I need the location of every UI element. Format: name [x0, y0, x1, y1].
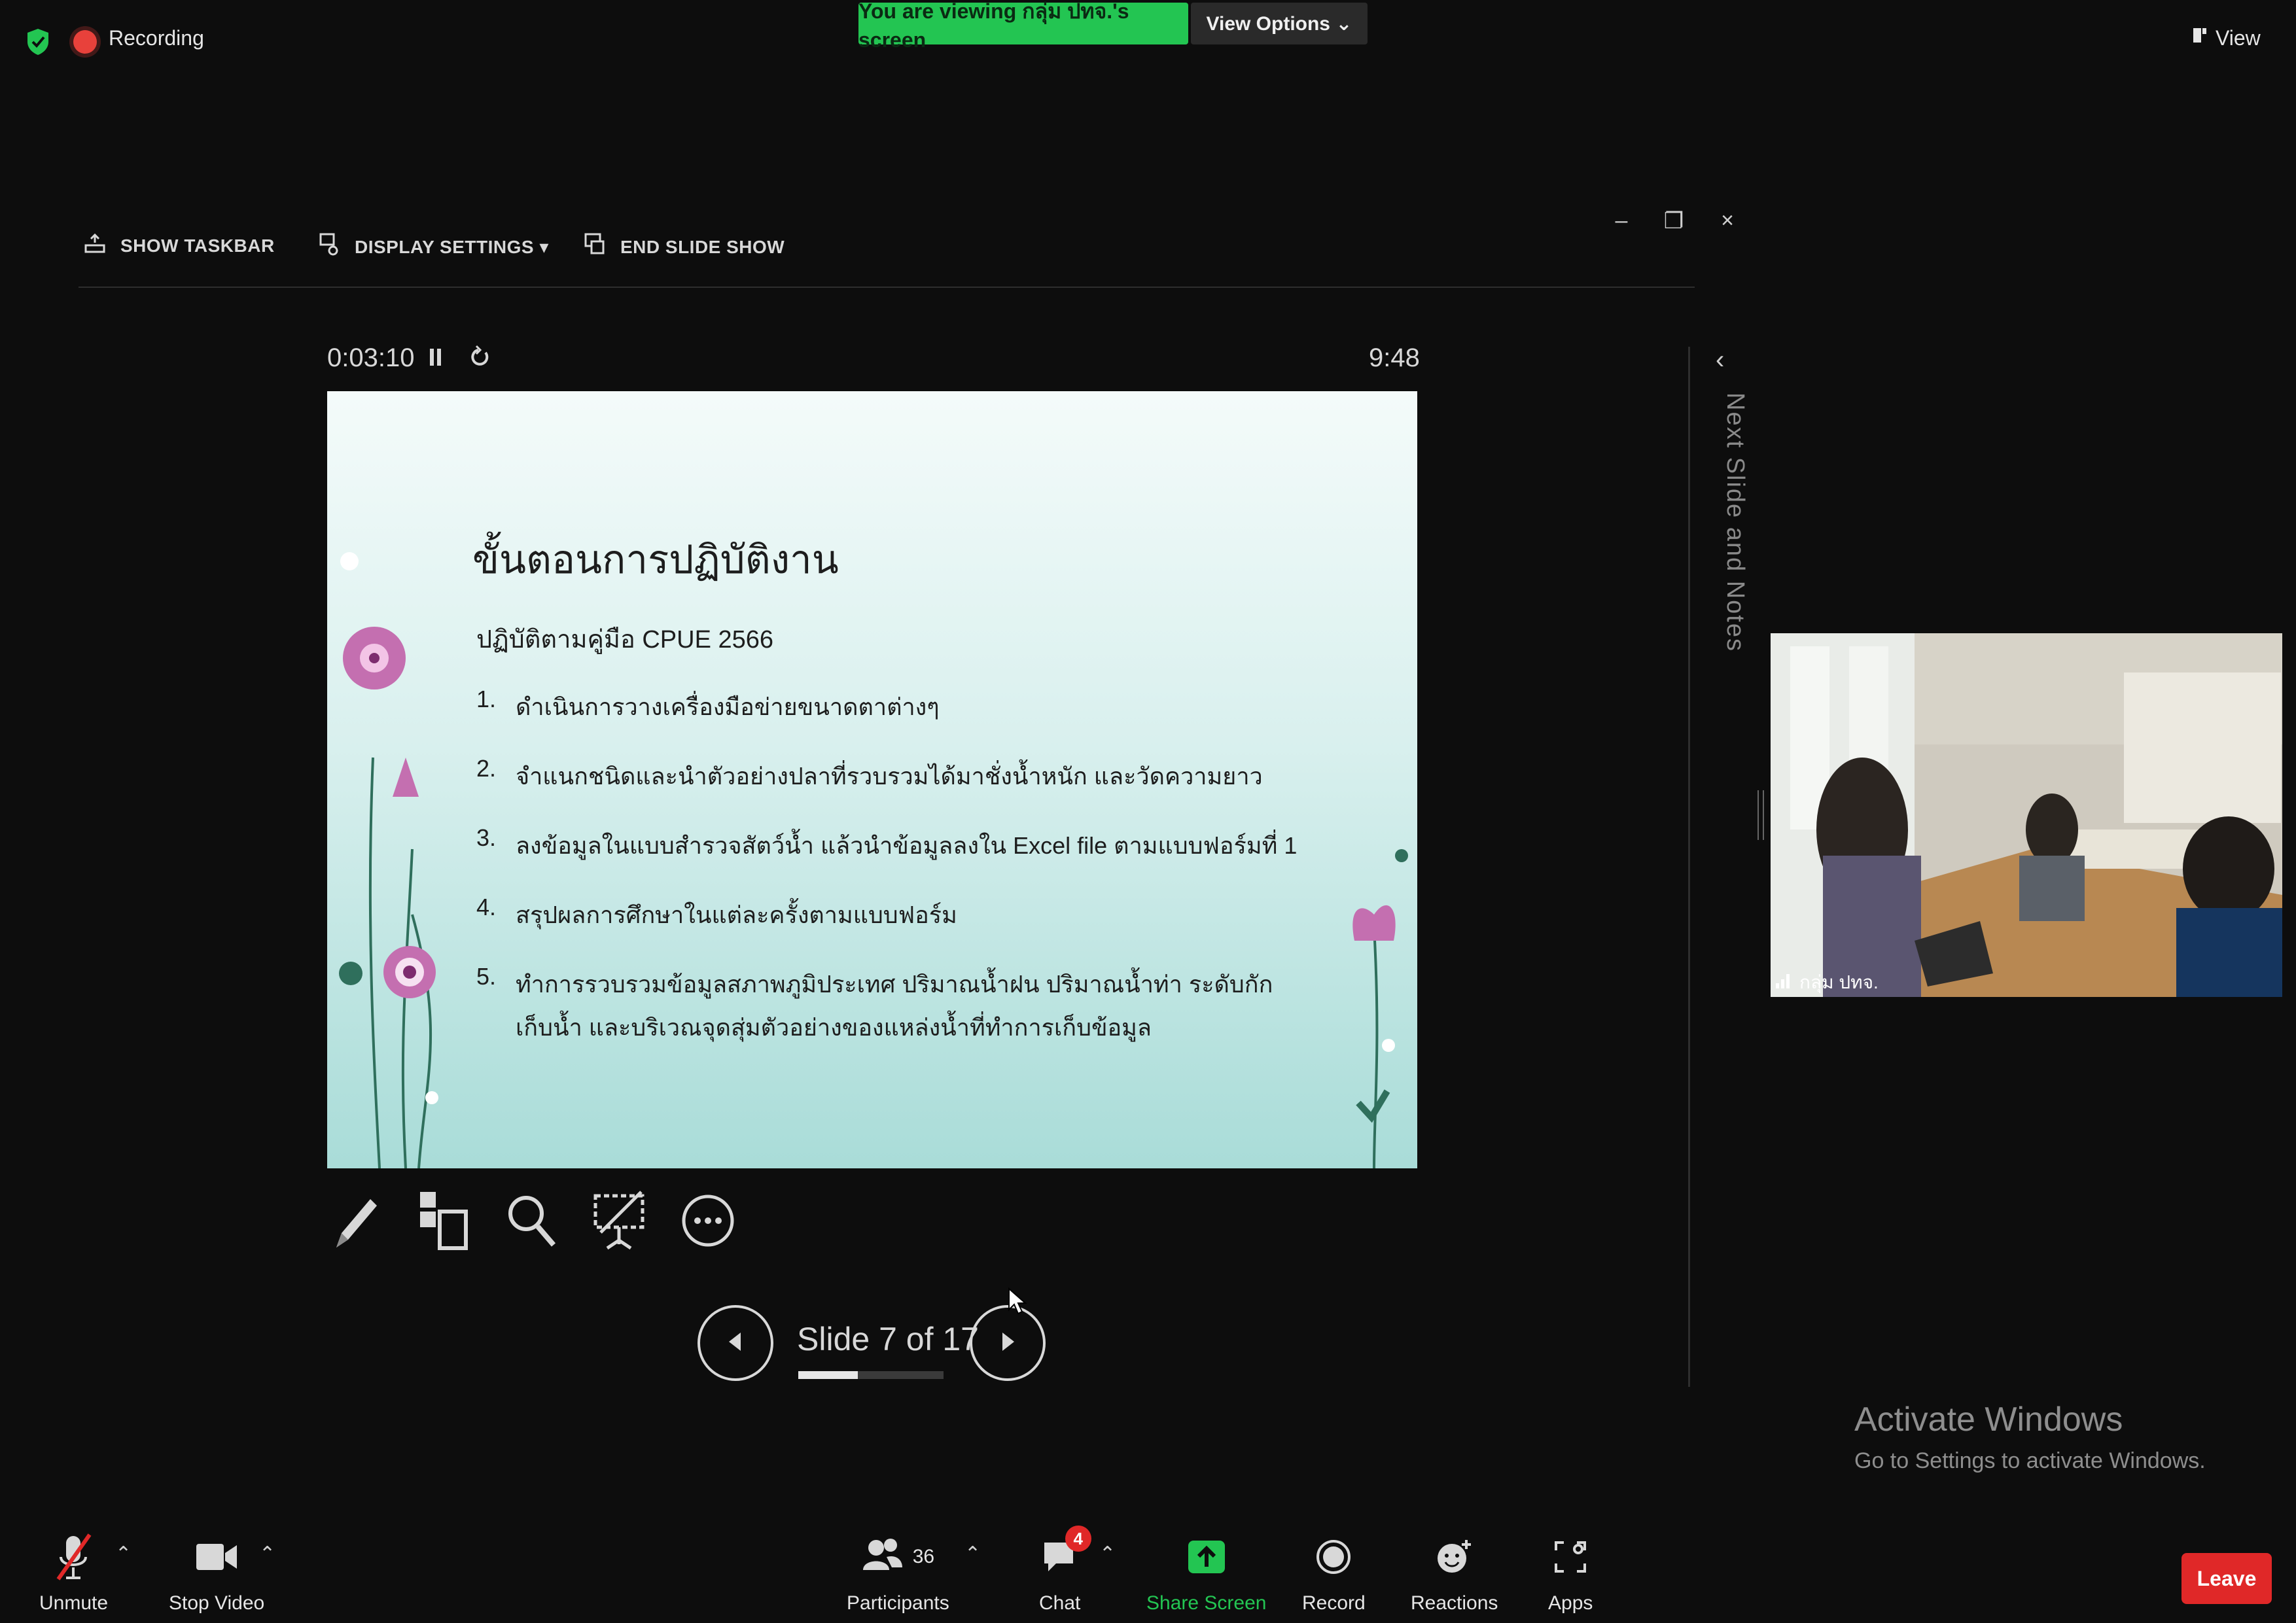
participant-name-tag: กลุ่ม ปทจ. — [1775, 968, 1879, 997]
apps-label: Apps — [1548, 1592, 1593, 1614]
slide-list-item: 5. ทำการรวบรวมข้อมูลสภาพภูมิประเทศ ปริมา… — [476, 963, 1301, 1049]
show-taskbar-button[interactable]: SHOW TASKBAR — [84, 232, 275, 259]
list-number: 1. — [476, 686, 497, 712]
reactions-icon — [1435, 1531, 1474, 1583]
encryption-shield-icon[interactable] — [25, 27, 51, 56]
slide-title: ขั้นตอนการปฏิบัติงาน — [472, 537, 839, 583]
reset-timer-icon[interactable] — [468, 343, 491, 376]
leave-button[interactable]: Leave — [2181, 1553, 2272, 1604]
display-settings-button[interactable]: DISPLAY SETTINGS ▾ — [318, 232, 549, 262]
view-options-button[interactable]: View Options ⌄ — [1191, 3, 1368, 44]
more-options-icon[interactable] — [677, 1189, 739, 1252]
stop-video-button[interactable]: Stop Video — [169, 1531, 264, 1614]
toolbar-divider — [79, 287, 1695, 288]
taskbar-icon — [84, 232, 106, 259]
reactions-label: Reactions — [1411, 1592, 1498, 1614]
zoom-slide-icon[interactable] — [500, 1189, 563, 1252]
apps-button[interactable]: Apps — [1548, 1531, 1593, 1614]
unmute-button[interactable]: Unmute — [39, 1531, 108, 1614]
list-number: 3. — [476, 824, 497, 851]
participants-count: 36 — [912, 1546, 935, 1567]
list-text: จำแนกชนิดและนำตัวอย่างปลาที่รวบรวมได้มาช… — [516, 763, 1263, 790]
meeting-top-bar: Recording You are viewing กลุ่ม ปทจ.'s s… — [0, 0, 2296, 72]
end-slide-show-button[interactable]: END SLIDE SHOW — [584, 232, 785, 262]
current-time: 9:48 — [1369, 343, 1420, 372]
chat-caret-icon[interactable]: ⌃ — [1099, 1543, 1116, 1565]
record-label: Record — [1302, 1592, 1366, 1614]
slide-list-item: 4. สรุปผลการศึกษาในแต่ละครั้งตามแบบฟอร์ม — [476, 894, 1301, 937]
display-settings-icon — [318, 232, 340, 262]
panel-resize-handle[interactable] — [1757, 790, 1764, 840]
triangle-left-icon — [722, 1329, 749, 1358]
pause-icon[interactable] — [428, 343, 444, 376]
participants-caret-icon[interactable]: ⌃ — [964, 1543, 981, 1565]
chat-unread-badge: 4 — [1065, 1526, 1091, 1552]
view-button-label: View — [2216, 26, 2261, 50]
chat-icon: 4 — [1040, 1526, 1091, 1583]
previous-slide-button[interactable] — [698, 1305, 773, 1381]
participants-button[interactable]: 36 Participants — [847, 1531, 949, 1614]
next-slide-notes-label[interactable]: Next Slide and Notes — [1721, 393, 1749, 652]
video-options-caret-icon[interactable]: ⌃ — [259, 1543, 275, 1565]
share-screen-button[interactable]: Share Screen — [1146, 1531, 1266, 1614]
chat-label: Chat — [1039, 1592, 1081, 1614]
participant-video-frame — [1771, 633, 2282, 997]
current-slide: ขั้นตอนการปฏิบัติงาน ปฏิบัติตามคู่มือ CP… — [327, 391, 1417, 1168]
participant-video[interactable] — [1771, 633, 2282, 997]
triangle-right-icon — [995, 1329, 1021, 1358]
signal-strength-icon — [1775, 971, 1793, 994]
list-number: 4. — [476, 894, 497, 920]
mouse-cursor-icon — [1008, 1287, 1027, 1319]
muted-mic-icon — [53, 1531, 95, 1583]
slide-counter: Slide 7 of 17 — [797, 1321, 979, 1357]
black-screen-icon[interactable] — [588, 1189, 650, 1252]
display-settings-label: DISPLAY SETTINGS ▾ — [355, 237, 549, 257]
chat-button[interactable]: 4 Chat — [1039, 1526, 1091, 1614]
see-all-slides-icon[interactable] — [412, 1189, 475, 1252]
participants-label: Participants — [847, 1592, 949, 1614]
slide-list-item: 3. ลงข้อมูลในแบบสำรวจสัตว์น้ำ แล้วนำข้อม… — [476, 824, 1301, 867]
record-icon — [1315, 1531, 1352, 1583]
slide-progress-bar — [798, 1371, 944, 1379]
viewing-screen-banner: You are viewing กลุ่ม ปทจ.'s screen — [858, 0, 1188, 52]
minimize-button[interactable]: – — [1608, 208, 1634, 234]
slide-subtitle: ปฏิบัติตามคู่มือ CPUE 2566 — [476, 626, 774, 654]
view-layout-icon — [2192, 26, 2209, 50]
record-button[interactable]: Record — [1302, 1531, 1366, 1614]
reactions-button[interactable]: Reactions — [1411, 1531, 1498, 1614]
list-text: ทำการรวบรวมข้อมูลสภาพภูมิประเทศ ปริมาณน้… — [516, 971, 1273, 1041]
collapse-chevron-icon[interactable]: ‹ — [1716, 345, 1724, 375]
view-button[interactable]: View — [2192, 20, 2284, 56]
participant-name: กลุ่ม ปทจ. — [1799, 972, 1879, 992]
end-slide-show-icon — [584, 232, 606, 262]
list-text: ลงข้อมูลในแบบสำรวจสัตว์น้ำ แล้วนำข้อมูลล… — [516, 832, 1298, 859]
recording-label: Recording — [109, 26, 204, 50]
participants-icon-group: 36 — [862, 1531, 934, 1583]
elapsed-timer: 0:03:10 — [327, 343, 415, 372]
list-number: 2. — [476, 755, 497, 782]
slide-list-item: 2. จำแนกชนิดและนำตัวอย่างปลาที่รวบรวมได้… — [476, 755, 1301, 798]
recording-dot-icon — [73, 30, 97, 54]
activate-windows-title: Activate Windows — [1854, 1401, 2123, 1439]
end-slide-show-label: END SLIDE SHOW — [620, 236, 785, 257]
stop-video-label: Stop Video — [169, 1592, 265, 1614]
close-button[interactable]: × — [1714, 208, 1740, 234]
audio-options-caret-icon[interactable]: ⌃ — [115, 1543, 132, 1565]
show-taskbar-label: SHOW TASKBAR — [120, 235, 275, 256]
video-camera-icon — [194, 1531, 239, 1583]
slide-list-item: 1. ดำเนินการวางเครื่องมือข่ายขนาดตาต่างๆ — [476, 686, 1301, 729]
list-number: 5. — [476, 963, 497, 990]
unmute-label: Unmute — [39, 1592, 109, 1614]
participants-icon — [862, 1536, 904, 1578]
restore-button[interactable]: ❐ — [1661, 208, 1687, 234]
panel-divider — [1688, 347, 1690, 1387]
list-text: ดำเนินการวางเครื่องมือข่ายขนาดตาต่างๆ — [516, 693, 940, 720]
share-screen-label: Share Screen — [1146, 1592, 1267, 1614]
share-screen-icon — [1187, 1531, 1226, 1583]
pen-tool-icon[interactable] — [325, 1189, 387, 1252]
activate-windows-subtitle: Go to Settings to activate Windows. — [1854, 1448, 2206, 1473]
list-text: สรุปผลการศึกษาในแต่ละครั้งตามแบบฟอร์ม — [516, 901, 957, 928]
slide-progress-fill — [798, 1371, 858, 1379]
apps-icon — [1552, 1531, 1589, 1583]
